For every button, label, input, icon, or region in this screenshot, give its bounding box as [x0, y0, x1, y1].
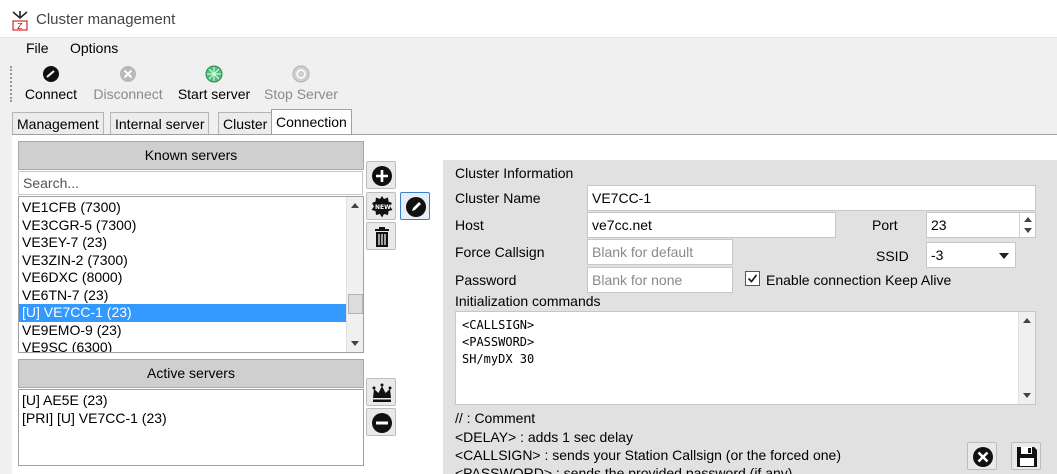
- remove-active-button[interactable]: [366, 408, 396, 436]
- disconnect-label: Disconnect: [93, 86, 163, 102]
- cancel-button[interactable]: [967, 442, 997, 470]
- list-item-selected[interactable]: [U] VE7CC-1 (23): [19, 304, 347, 322]
- ssid-select[interactable]: -3: [926, 242, 1016, 268]
- toolbar: Connect Disconnect Start server Stop Ser…: [0, 62, 1057, 106]
- list-item[interactable]: VE6DXC (8000): [19, 269, 347, 287]
- password-label: Password: [455, 272, 517, 288]
- active-servers-header: Active servers: [18, 359, 364, 388]
- port-spin-arrows[interactable]: [1019, 213, 1035, 237]
- tab-connection[interactable]: Connection: [271, 109, 352, 136]
- force-callsign-label: Force Callsign: [455, 244, 545, 260]
- new-badge-icon: NEW: [371, 196, 393, 218]
- ssid-label: SSID: [876, 248, 909, 264]
- list-item[interactable]: VE3ZIN-2 (7300): [19, 252, 347, 270]
- list-item[interactable]: [PRI] [U] VE7CC-1 (23): [19, 410, 363, 428]
- stop-server-icon: [292, 65, 310, 83]
- scroll-down-icon[interactable]: [1023, 393, 1031, 398]
- menu-file[interactable]: File: [26, 40, 49, 56]
- menu-options[interactable]: Options: [70, 40, 118, 56]
- connect-button[interactable]: Connect: [22, 64, 80, 102]
- password-field[interactable]: Blank for none: [587, 267, 733, 293]
- help-callsign: <CALLSIGN> : sends your Station Callsign…: [455, 447, 841, 463]
- save-icon: [1017, 447, 1037, 467]
- tab-cluster[interactable]: Cluster: [218, 112, 273, 135]
- init-command-line: <CALLSIGN>: [462, 318, 535, 332]
- init-command-line: <PASSWORD>: [462, 335, 535, 349]
- port-spinbox[interactable]: 23: [926, 212, 1036, 238]
- svg-text:NEW: NEW: [375, 204, 391, 211]
- stop-server-button[interactable]: Stop Server: [262, 64, 340, 102]
- scroll-thumb[interactable]: [348, 294, 363, 314]
- menu-bar: File Options: [0, 38, 1057, 60]
- init-commands-textarea[interactable]: <CALLSIGN> <PASSWORD> SH/myDX 30: [455, 311, 1036, 405]
- init-commands-scrollbar[interactable]: [1018, 312, 1035, 404]
- delete-server-button[interactable]: [366, 222, 396, 250]
- scroll-up-icon[interactable]: [1023, 318, 1031, 323]
- known-servers-scrollbar[interactable]: [346, 197, 363, 352]
- cluster-name-field[interactable]: VE7CC-1: [587, 185, 1036, 211]
- connect-label: Connect: [24, 86, 78, 102]
- stop-server-label: Stop Server: [264, 86, 338, 102]
- port-label: Port: [872, 217, 898, 233]
- checkmark-icon: [747, 274, 758, 283]
- list-item[interactable]: [U] AE5E (23): [19, 392, 363, 410]
- host-field[interactable]: ve7cc.net: [587, 212, 836, 238]
- edit-icon: [406, 197, 426, 217]
- minus-icon: [372, 413, 392, 433]
- trash-icon: [375, 227, 389, 247]
- window-title: Cluster management: [36, 11, 176, 28]
- force-callsign-field[interactable]: Blank for default: [587, 239, 733, 265]
- init-commands-label: Initialization commands: [455, 293, 601, 309]
- list-item[interactable]: VE9SC (6300): [19, 339, 347, 352]
- ssid-value: -3: [931, 247, 944, 263]
- title-bar: Z Cluster management: [0, 0, 1057, 38]
- start-server-label: Start server: [177, 86, 251, 102]
- active-servers-list: [U] AE5E (23) [PRI] [U] VE7CC-1 (23): [18, 389, 364, 466]
- port-value: 23: [931, 217, 947, 233]
- list-item[interactable]: VE9EMO-9 (23): [19, 322, 347, 340]
- list-item[interactable]: VE6TN-7 (23): [19, 287, 347, 305]
- cluster-name-label: Cluster Name: [455, 190, 541, 206]
- host-label: Host: [455, 217, 484, 233]
- start-server-icon: [205, 65, 223, 83]
- help-password: <PASSWORD> : sends the provided password…: [455, 465, 793, 474]
- new-server-button[interactable]: NEW: [366, 192, 396, 220]
- toolbar-grip[interactable]: [10, 66, 13, 102]
- help-delay: <DELAY> : adds 1 sec delay: [455, 429, 633, 445]
- disconnect-icon: [120, 66, 136, 82]
- scroll-up-icon[interactable]: [351, 203, 359, 208]
- svg-text:Z: Z: [17, 22, 23, 31]
- app-icon: Z: [12, 11, 28, 31]
- chevron-down-icon: [999, 253, 1009, 259]
- cluster-info-title: Cluster Information: [455, 165, 574, 181]
- known-servers-header: Known servers: [18, 141, 364, 170]
- save-button[interactable]: [1011, 442, 1041, 470]
- list-item[interactable]: VE1CFB (7300): [19, 199, 347, 217]
- scroll-down-icon[interactable]: [351, 341, 359, 346]
- add-server-button[interactable]: [366, 161, 396, 189]
- start-server-button[interactable]: Start server: [176, 64, 252, 102]
- tab-management[interactable]: Management: [12, 112, 104, 135]
- connect-icon: [43, 66, 59, 82]
- list-item[interactable]: VE3CGR-5 (7300): [19, 217, 347, 235]
- keepalive-checkbox[interactable]: [745, 271, 760, 286]
- list-item[interactable]: VE3EY-7 (23): [19, 234, 347, 252]
- server-search-input[interactable]: Search...: [18, 171, 363, 195]
- edit-server-button[interactable]: [400, 192, 430, 220]
- known-servers-list: VE1CFB (7300) VE3CGR-5 (7300) VE3EY-7 (2…: [18, 196, 364, 353]
- crown-icon: [372, 383, 392, 402]
- help-comment: // : Comment: [455, 410, 536, 426]
- init-command-line: SH/myDX 30: [462, 352, 535, 366]
- disconnect-button[interactable]: Disconnect: [90, 64, 166, 102]
- plus-icon: [372, 166, 392, 186]
- tab-internal-server[interactable]: Internal server: [110, 112, 210, 135]
- keepalive-label: Enable connection Keep Alive: [766, 272, 952, 288]
- close-icon: [973, 447, 993, 467]
- set-primary-button[interactable]: [366, 378, 396, 406]
